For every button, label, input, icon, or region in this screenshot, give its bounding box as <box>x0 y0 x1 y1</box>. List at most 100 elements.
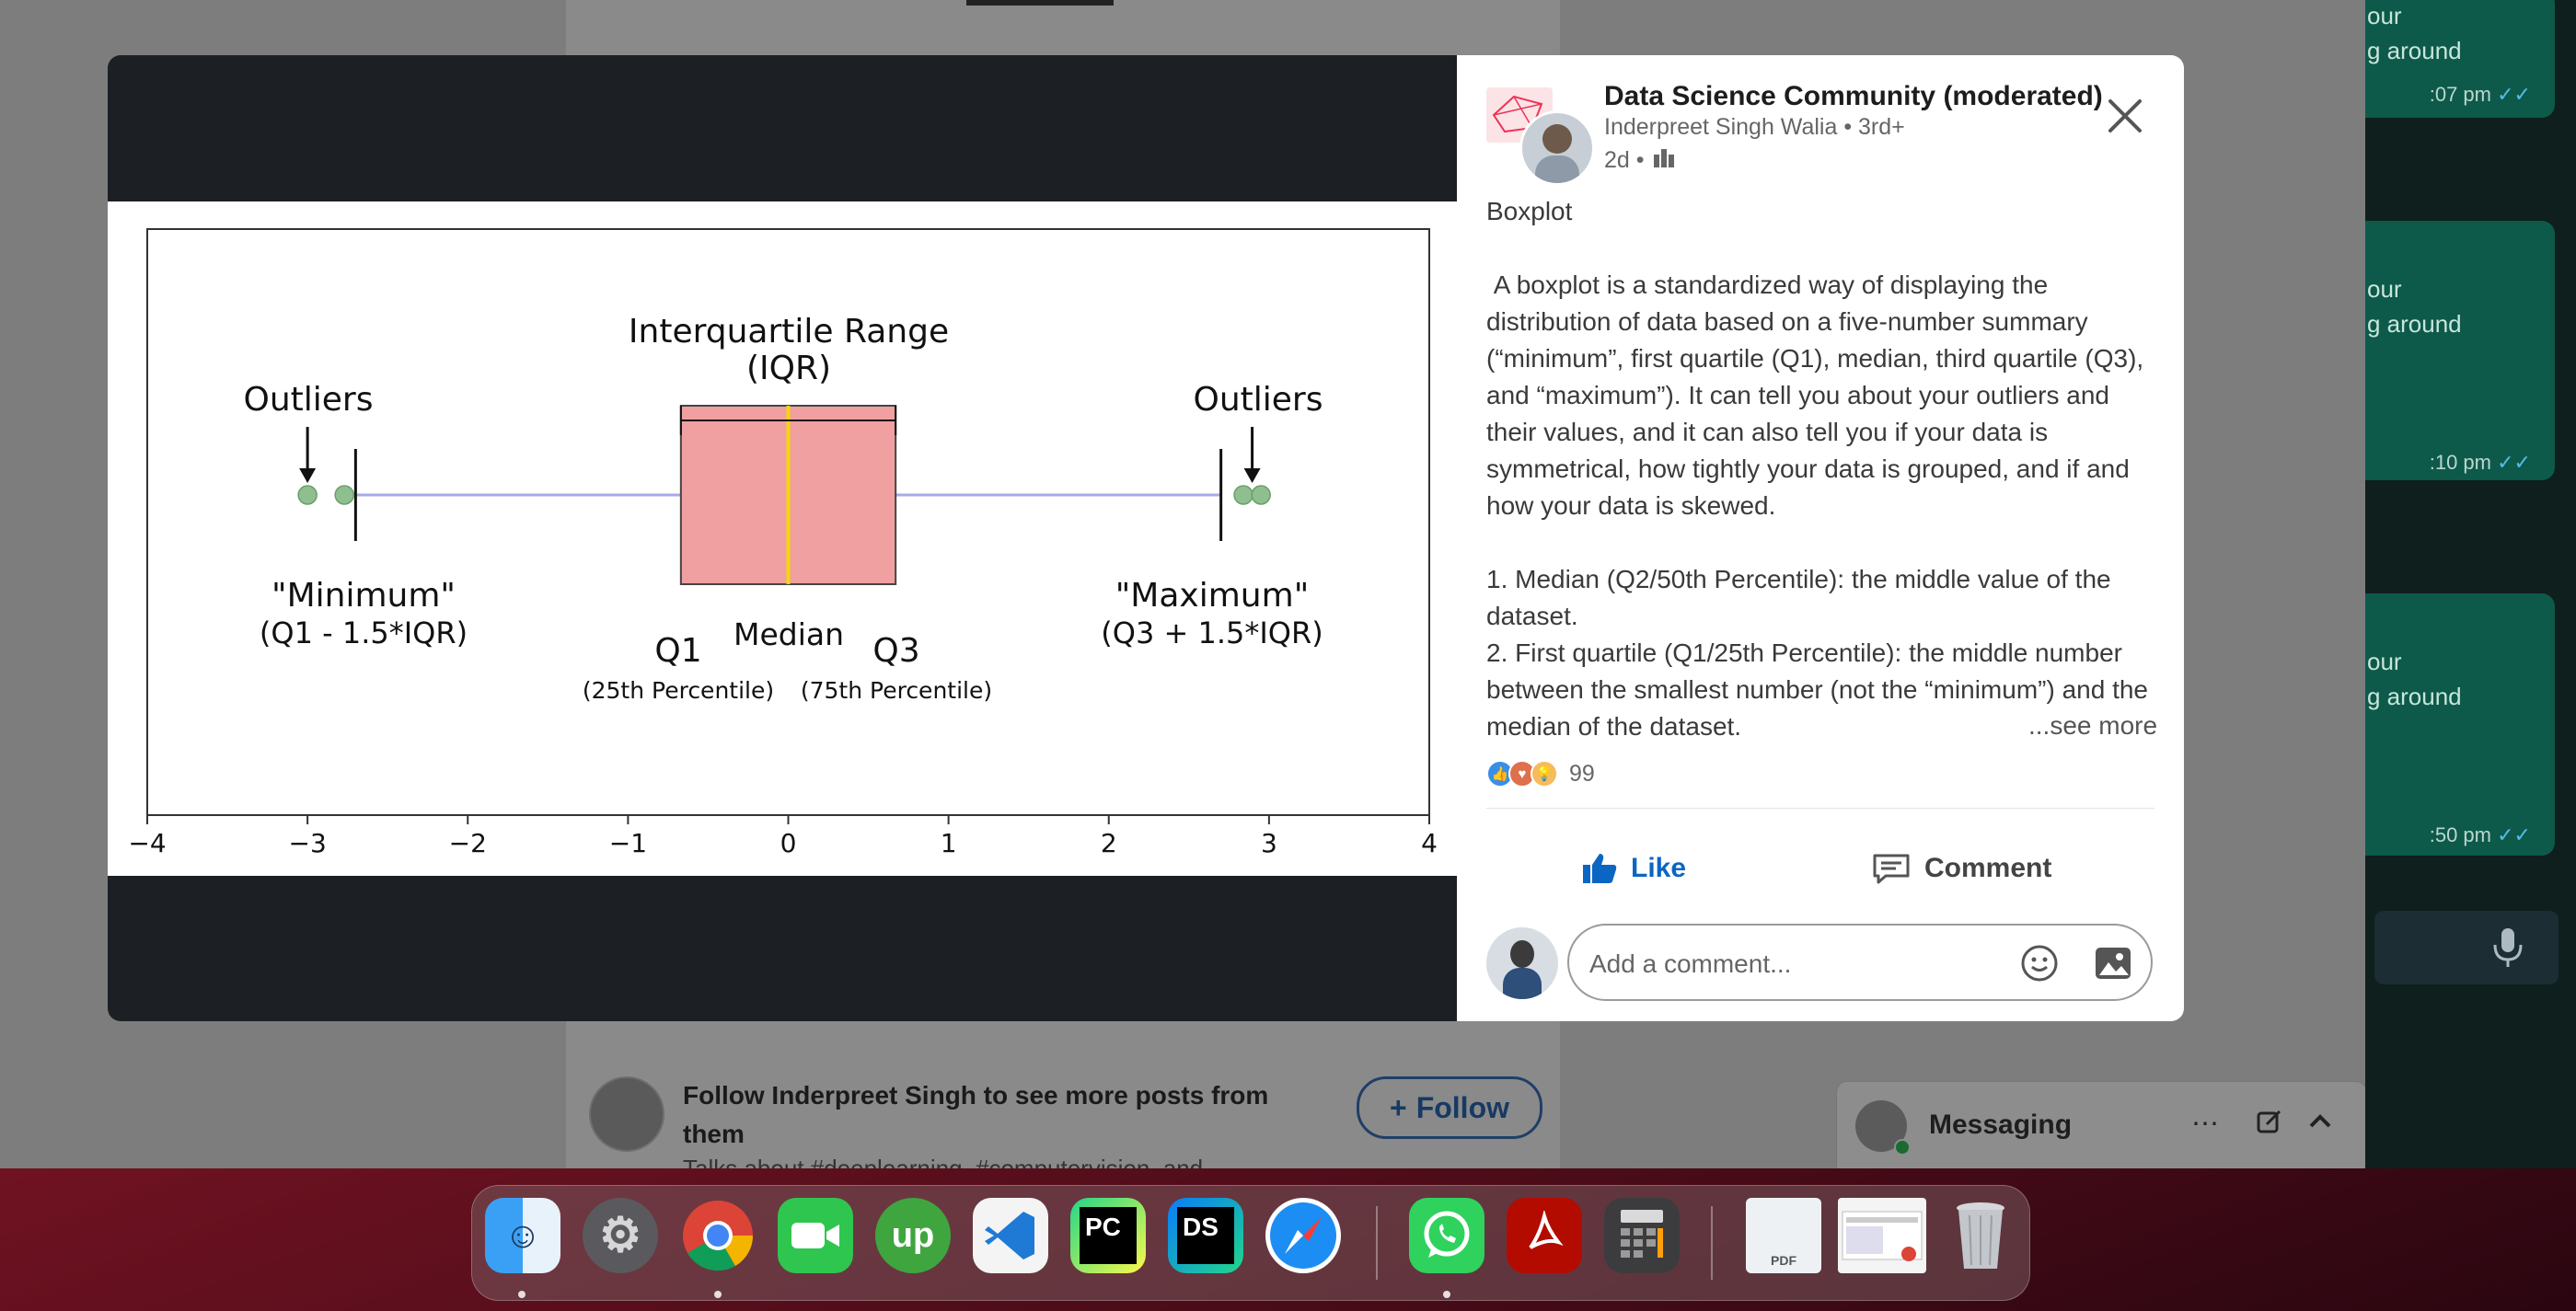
tab-indicator <box>966 0 1114 6</box>
close-icon <box>2108 99 2142 132</box>
post-image-modal: −4 −3 −2 −1 0 1 2 3 4 Interquartile Range (IQR) … <box>108 55 2184 1021</box>
message-text: g around <box>2367 310 2462 338</box>
more-options-icon[interactable]: ⋯ <box>2191 1108 2219 1140</box>
my-avatar[interactable] <box>1486 927 1558 999</box>
plus-icon: + <box>1390 1090 1407 1124</box>
author-name[interactable]: Inderpreet Singh Walia • 3rd+ <box>1604 114 1905 141</box>
image-upload-icon[interactable] <box>2094 946 2132 985</box>
outliers-right-label: Outliers <box>1194 381 1323 419</box>
system-preferences-icon[interactable]: ⚙ <box>583 1198 658 1273</box>
chrome-icon[interactable] <box>680 1198 756 1273</box>
messaging-label: Messaging <box>1929 1110 2073 1140</box>
outliers-left-label: Outliers <box>244 381 374 419</box>
message-text: our <box>2367 275 2402 303</box>
message-time: :10 pm <box>2429 451 2491 474</box>
message-bubble[interactable]: our g around :07 pm ✓✓ <box>2365 0 2555 118</box>
trash-icon[interactable] <box>1943 1198 2018 1273</box>
comment-field[interactable] <box>1567 924 2153 1001</box>
message-text: our <box>2367 2 2402 29</box>
x-tick-label: 1 <box>941 828 957 858</box>
facetime-icon[interactable] <box>778 1198 853 1273</box>
message-bubble[interactable]: our g around :50 pm ✓✓ <box>2365 593 2555 856</box>
acrobat-icon[interactable] <box>1507 1198 1582 1273</box>
finder-icon[interactable]: ☺ <box>485 1198 560 1273</box>
reaction-count: 99 <box>1569 760 1595 787</box>
like-label: Like <box>1631 853 1687 883</box>
x-tick-label: −3 <box>288 828 326 858</box>
author-avatar[interactable] <box>1519 110 1595 186</box>
iqr-title: Interquartile Range <box>629 313 949 351</box>
post-paragraph: A boxplot is a standardized way of displ… <box>1486 270 2151 520</box>
post-title: Boxplot <box>1486 197 1573 225</box>
microphone-icon[interactable] <box>2489 925 2526 971</box>
see-more-link[interactable]: ...see more <box>2023 711 2158 741</box>
maximum-label: "Maximum" <box>1115 577 1310 615</box>
message-time: :50 pm <box>2429 823 2491 846</box>
dataspell-icon[interactable]: DS <box>1168 1198 1243 1273</box>
message-time: :07 pm <box>2429 83 2491 106</box>
reactions-summary[interactable]: 👍 ♥ 💡 99 <box>1486 760 1595 788</box>
pycharm-icon[interactable]: PC <box>1070 1198 1146 1273</box>
iqr-abbr: (IQR) <box>746 350 831 387</box>
dock: ☺ ⚙ up PC DS PDF <box>471 1185 2030 1301</box>
x-tick-label: 3 <box>1261 828 1277 858</box>
media-viewer: −4 −3 −2 −1 0 1 2 3 4 Interquartile Range (IQR) … <box>108 55 1457 1021</box>
comment-label: Comment <box>1924 853 2052 883</box>
whatsapp-window: our g around :07 pm ✓✓ our g around :10 pm… <box>2365 0 2576 1168</box>
read-receipt-icon: ✓✓ <box>2497 83 2531 106</box>
close-modal-button[interactable] <box>2101 92 2149 140</box>
pycharm-label: PC <box>1080 1207 1137 1264</box>
calculator-icon[interactable] <box>1604 1198 1680 1273</box>
author-avatar[interactable] <box>589 1076 664 1152</box>
running-indicator <box>1443 1291 1450 1298</box>
comment-composer <box>1486 924 2158 1003</box>
x-tick-label: 0 <box>780 828 797 858</box>
emoji-icon[interactable] <box>2020 944 2059 987</box>
maximum-formula: (Q3 + 1.5*IQR) <box>1101 615 1323 650</box>
running-indicator <box>518 1291 526 1298</box>
q1-percentile-label: (25th Percentile) <box>583 677 774 704</box>
outliers-left-arrow-head <box>299 468 317 483</box>
safari-icon[interactable] <box>1265 1198 1341 1273</box>
collapse-chevron-icon[interactable] <box>2306 1108 2334 1143</box>
x-tick-label: 2 <box>1101 828 1117 858</box>
group-name[interactable]: Data Science Community (moderated) <box>1604 81 2103 112</box>
message-bubble[interactable]: our g around :10 pm ✓✓ <box>2365 221 2555 480</box>
post-time: 2d • <box>1604 147 1645 173</box>
x-tick-label: −4 <box>128 828 166 858</box>
pdf-document-icon[interactable]: PDF <box>1746 1198 1821 1273</box>
outlier-point <box>1233 485 1253 505</box>
x-tick-label: 4 <box>1421 828 1438 858</box>
whatsapp-icon[interactable] <box>1409 1198 1484 1273</box>
q1-label: Q1 <box>654 632 701 670</box>
compose-icon[interactable] <box>2256 1108 2283 1143</box>
message-input[interactable] <box>2374 911 2559 984</box>
insightful-reaction-icon: 💡 <box>1531 760 1558 788</box>
running-indicator <box>714 1291 722 1298</box>
comment-input[interactable] <box>1588 942 1996 986</box>
screenshot-stack-icon[interactable] <box>1838 1198 1926 1273</box>
divider <box>1486 808 2154 809</box>
follow-suggestion-text: Follow Inderpreet Singh to see more post… <box>683 1076 1327 1154</box>
message-text: g around <box>2367 683 2462 710</box>
median-label: Median <box>734 616 844 652</box>
x-tick-label: −1 <box>609 828 647 858</box>
outlier-point <box>334 485 354 505</box>
follow-suggestion-line1: Follow Inderpreet Singh to see more post… <box>683 1081 1269 1110</box>
x-tick-label: −2 <box>449 828 487 858</box>
outliers-right-arrow-head <box>1243 468 1261 483</box>
follow-button-label: Follow <box>1415 1090 1509 1124</box>
follow-button[interactable]: + Follow <box>1357 1076 1542 1139</box>
like-button[interactable]: Like <box>1581 835 1686 902</box>
comment-icon <box>1873 854 1910 884</box>
comment-button[interactable]: Comment <box>1871 835 2051 902</box>
messaging-bar[interactable]: Messaging ⋯ <box>1836 1081 2365 1168</box>
online-status-icon <box>1894 1139 1911 1156</box>
outlier-point <box>297 485 318 505</box>
dock-separator <box>1376 1206 1378 1280</box>
post-meta: 2d • <box>1604 145 1676 176</box>
upwork-icon[interactable]: up <box>875 1198 951 1273</box>
post-text: Boxplot A boxplot is a standardized way … <box>1486 193 2158 745</box>
message-text: g around <box>2367 37 2462 64</box>
vscode-icon[interactable] <box>973 1198 1048 1273</box>
